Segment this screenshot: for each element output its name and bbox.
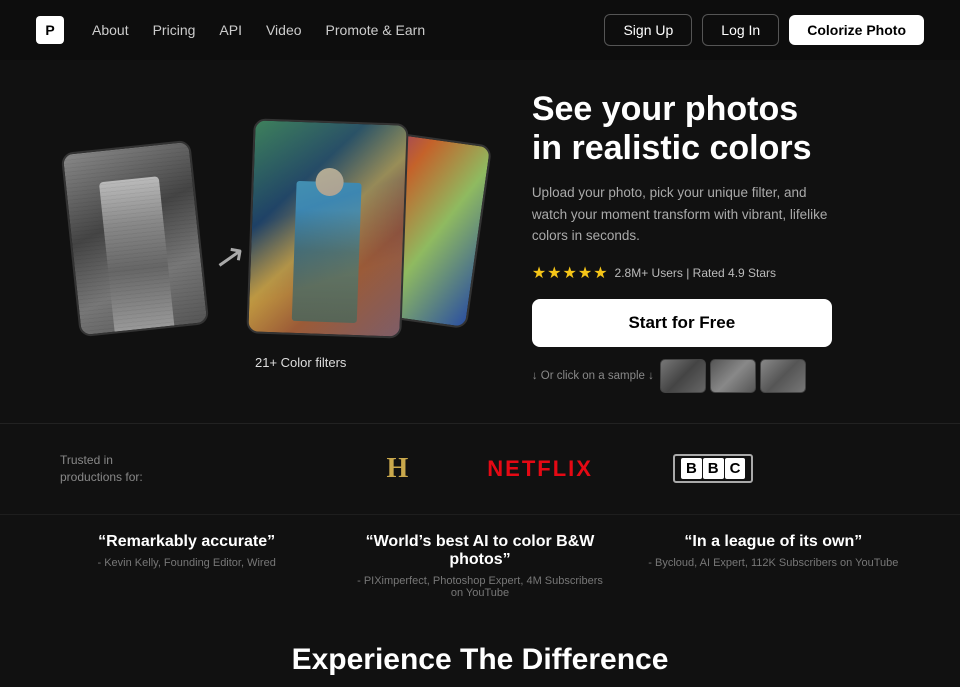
start-free-button[interactable]: Start for Free	[532, 299, 832, 347]
figure-silhouette	[99, 177, 174, 332]
rating-text: 2.8M+ Users | Rated 4.9 Stars	[615, 266, 777, 280]
navbar: P About Pricing API Video Promote & Earn…	[0, 0, 960, 60]
testimonial-2: “World’s best AI to color B&W photos” - …	[333, 533, 626, 599]
color-figure	[292, 181, 362, 323]
hero-section: ↗ 21+ Color filters See your photosin re…	[0, 60, 960, 423]
trusted-logos: H NETFLIX B B C	[240, 453, 900, 485]
sample-thumbnails	[660, 359, 806, 393]
experience-heading: Experience The Difference	[60, 643, 900, 677]
testimonial-1: “Remarkably accurate” - Kevin Kelly, Fou…	[40, 533, 333, 599]
sample-text: ↓ Or click on a sample ↓	[532, 370, 654, 382]
hero-title: See your photosin realistic colors	[532, 90, 900, 168]
arrow-icon: ↗	[212, 234, 249, 281]
testimonial-quote-2: “World’s best AI to color B&W photos”	[353, 533, 606, 569]
testimonial-author-1: - Kevin Kelly, Founding Editor, Wired	[60, 557, 313, 569]
login-button[interactable]: Log In	[702, 14, 779, 46]
nav-link-api[interactable]: API	[219, 22, 242, 38]
sample-thumb-2[interactable]	[710, 359, 756, 393]
testimonial-author-3: - Bycloud, AI Expert, 112K Subscribers o…	[647, 557, 900, 569]
sample-thumb-1[interactable]	[660, 359, 706, 393]
hero-content: See your photosin realistic colors Uploa…	[502, 90, 900, 393]
colorize-photo-button[interactable]: Colorize Photo	[789, 15, 924, 45]
bbc-logo: B B C	[673, 454, 754, 483]
trusted-label: Trusted inproductions for:	[60, 452, 180, 486]
signup-button[interactable]: Sign Up	[604, 14, 692, 46]
hero-subtitle: Upload your photo, pick your unique filt…	[532, 182, 842, 247]
testimonial-quote-3: “In a league of its own”	[647, 533, 900, 551]
nav-link-about[interactable]: About	[92, 22, 129, 38]
trusted-section: Trusted inproductions for: H NETFLIX B B…	[0, 423, 960, 514]
color-main-photo-card	[246, 119, 408, 339]
testimonial-quote-1: “Remarkably accurate”	[60, 533, 313, 551]
logo[interactable]: P	[36, 16, 64, 44]
nav-link-promote[interactable]: Promote & Earn	[326, 22, 426, 38]
nav-link-video[interactable]: Video	[266, 22, 302, 38]
testimonial-author-2: - PIXimperfect, Photoshop Expert, 4M Sub…	[353, 575, 606, 599]
color-filters-label: 21+ Color filters	[255, 355, 346, 370]
hero-images: ↗ 21+ Color filters	[60, 106, 502, 376]
bottom-heading-section: Experience The Difference	[0, 621, 960, 687]
sample-thumb-3[interactable]	[760, 359, 806, 393]
testimonials-section: “Remarkably accurate” - Kevin Kelly, Fou…	[0, 514, 960, 621]
nav-links: About Pricing API Video Promote & Earn	[92, 22, 604, 38]
star-icons: ★★★★★	[532, 263, 609, 283]
bw-photo-card	[61, 140, 210, 338]
rating-row: ★★★★★ 2.8M+ Users | Rated 4.9 Stars	[532, 263, 900, 283]
history-channel-logo: H	[387, 453, 408, 485]
testimonial-3: “In a league of its own” - Bycloud, AI E…	[627, 533, 920, 599]
nav-link-pricing[interactable]: Pricing	[153, 22, 196, 38]
sample-row: ↓ Or click on a sample ↓	[532, 359, 900, 393]
netflix-logo: NETFLIX	[487, 456, 593, 482]
nav-actions: Sign Up Log In Colorize Photo	[604, 14, 924, 46]
